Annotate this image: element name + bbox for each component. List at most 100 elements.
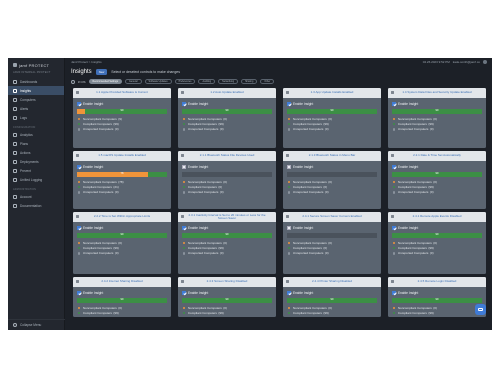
enable-checkbox[interactable]: [182, 291, 186, 295]
enable-insight-row[interactable]: Enable Insight: [283, 222, 381, 230]
enable-checkbox[interactable]: [182, 165, 186, 169]
unreported-stat[interactable]: Unreported Computers(0): [393, 316, 482, 317]
enable-checkbox[interactable]: [287, 226, 291, 230]
enable-insight-row[interactable]: Enable Insight: [283, 161, 381, 169]
sidebar-item-prevent[interactable]: Prevent: [8, 166, 64, 175]
card-menu-icon[interactable]: [391, 215, 394, 218]
card-title[interactable]: 2.3.1 Inactivity Interval is Set to 20 m…: [186, 213, 268, 221]
enable-checkbox[interactable]: [182, 102, 186, 106]
collapse-menu-button[interactable]: Collapse Menu: [8, 319, 65, 330]
enable-checkbox[interactable]: [392, 291, 396, 295]
unreported-stat[interactable]: Unreported Computers(0): [288, 127, 377, 132]
filter-chip-networking[interactable]: Networking: [218, 79, 239, 84]
card-title[interactable]: 2.2.2 Time is Set Within Appropriate Lim…: [94, 214, 150, 218]
card-title[interactable]: 1.3 App Update Installs Enabled: [311, 90, 354, 94]
enable-insight-row[interactable]: Enable Insight: [178, 222, 276, 230]
card-menu-icon[interactable]: [391, 154, 394, 157]
card-menu-icon[interactable]: [181, 215, 184, 218]
unreported-stat[interactable]: Unreported Computers(0): [78, 190, 167, 195]
unreported-stat[interactable]: Unreported Computers(0): [393, 251, 482, 256]
card-menu-icon[interactable]: [391, 91, 394, 94]
enable-checkbox[interactable]: [287, 102, 291, 106]
sidebar-item-account[interactable]: Account: [8, 192, 64, 201]
enable-checkbox[interactable]: [77, 226, 81, 230]
enable-insight-row[interactable]: Enable Insight: [73, 98, 171, 106]
enable-insight-row[interactable]: Enable Insight: [388, 287, 486, 295]
card-menu-icon[interactable]: [76, 154, 79, 157]
card-menu-icon[interactable]: [181, 91, 184, 94]
enable-checkbox[interactable]: [182, 226, 186, 230]
sidebar-item-computers[interactable]: Computers: [8, 95, 64, 104]
card-title[interactable]: 2.4.3 Screen Sharing Disabled: [207, 279, 248, 283]
card-title[interactable]: 2.4.4 Printer Sharing Disabled: [312, 279, 352, 283]
card-menu-icon[interactable]: [181, 280, 184, 283]
user-email[interactable]: kade.smith@jamf.co: [453, 60, 480, 64]
card-menu-icon[interactable]: [286, 215, 289, 218]
unreported-stat[interactable]: Unreported Computers(0): [78, 251, 167, 256]
card-title[interactable]: 1.4 System Data Files and Security Updat…: [402, 90, 471, 94]
enable-checkbox[interactable]: [77, 291, 81, 295]
enable-insight-row[interactable]: Enable Insight: [388, 222, 486, 230]
chat-button[interactable]: [475, 304, 486, 315]
enable-insight-row[interactable]: Enable Insight: [73, 222, 171, 230]
filter-chip-recommended-settings[interactable]: Recommended Settings: [88, 79, 123, 84]
filter-chip-preferences[interactable]: Preferences: [174, 79, 196, 84]
card-title[interactable]: 2.1.3 Bluetooth Status in Menu Bar: [309, 153, 356, 157]
enable-insight-row[interactable]: Enable Insight: [283, 287, 381, 295]
enable-insight-row[interactable]: Enable Insight: [388, 98, 486, 106]
sidebar-item-actions[interactable]: Actions: [8, 148, 64, 157]
card-title[interactable]: 2.4.2 Internet Sharing Disabled: [101, 279, 142, 283]
unreported-stat[interactable]: Unreported Computers(0): [78, 316, 167, 317]
enable-insight-row[interactable]: Enable Insight: [178, 98, 276, 106]
card-title[interactable]: 2.4.1 Remote Apple Events Disabled: [413, 214, 462, 218]
card-title[interactable]: 1.5 macOS Update Installs Enabled: [98, 153, 146, 157]
sidebar-item-unified-logging[interactable]: Unified Logging: [8, 175, 64, 184]
unreported-stat[interactable]: Unreported Computers(0): [288, 190, 377, 195]
sidebar-item-deployments[interactable]: Deployments: [8, 157, 64, 166]
enable-insight-row[interactable]: Enable Insight: [283, 98, 381, 106]
enable-checkbox[interactable]: [77, 165, 81, 169]
sidebar-item-alerts[interactable]: Alerts: [8, 104, 64, 113]
enable-checkbox[interactable]: [287, 165, 291, 169]
breadcrumb[interactable]: Jamf Protect > Insights: [71, 60, 102, 64]
enable-checkbox[interactable]: [392, 226, 396, 230]
enable-insight-row[interactable]: Enable Insight: [178, 161, 276, 169]
sidebar-item-logs[interactable]: Logs: [8, 113, 64, 122]
enable-checkbox[interactable]: [77, 102, 81, 106]
card-menu-icon[interactable]: [76, 280, 79, 283]
enable-checkbox[interactable]: [392, 102, 396, 106]
filter-chip-software-updates[interactable]: Software Updates: [144, 79, 172, 84]
sidebar-item-plans[interactable]: Plans: [8, 139, 64, 148]
sidebar-item-insights[interactable]: Insights: [8, 86, 64, 95]
unreported-stat[interactable]: Unreported Computers(0): [288, 251, 377, 256]
unreported-stat[interactable]: Unreported Computers(0): [183, 127, 272, 132]
sidebar-item-documentation[interactable]: Documentation: [8, 201, 64, 210]
card-menu-icon[interactable]: [181, 154, 184, 157]
card-title[interactable]: 2.1.1 Bluetooth Status File Devices Used: [200, 153, 255, 157]
unreported-stat[interactable]: Unreported Computers(0): [183, 190, 272, 195]
enable-insight-row[interactable]: Enable Insight: [73, 287, 171, 295]
card-menu-icon[interactable]: [391, 280, 394, 283]
card-menu-icon[interactable]: [286, 154, 289, 157]
enable-insight-row[interactable]: Enable Insight: [73, 161, 171, 169]
card-title[interactable]: 2.4.5 Remote Login Disabled: [418, 279, 457, 283]
card-title[interactable]: 2.4.1 Secure Screen Saver Corners Enable…: [302, 214, 361, 218]
unreported-stat[interactable]: Unreported Computers(0): [78, 127, 167, 132]
card-title[interactable]: 1.2 Auto Update Enabled: [210, 90, 243, 94]
card-menu-icon[interactable]: [286, 91, 289, 94]
card-title[interactable]: 1.1 Apple Provided Software is Current: [96, 90, 148, 94]
filter-chip-general[interactable]: General: [125, 79, 142, 84]
enable-insight-row[interactable]: Enable Insight: [178, 287, 276, 295]
sidebar-item-dashboards[interactable]: Dashboards: [8, 77, 64, 86]
avatar[interactable]: [483, 60, 487, 64]
filter-chip-other[interactable]: Other: [260, 79, 275, 84]
unreported-stat[interactable]: Unreported Computers(0): [288, 316, 377, 317]
card-menu-icon[interactable]: [76, 91, 79, 94]
enable-checkbox[interactable]: [392, 165, 396, 169]
filter-chip-sharing[interactable]: Sharing: [241, 79, 258, 84]
unreported-stat[interactable]: Unreported Computers(0): [183, 316, 272, 317]
sidebar-item-analytics[interactable]: Analytics: [8, 130, 64, 139]
filter-icon[interactable]: [71, 79, 75, 84]
unreported-stat[interactable]: Unreported Computers(0): [183, 251, 272, 256]
unreported-stat[interactable]: Unreported Computers(0): [393, 190, 482, 195]
